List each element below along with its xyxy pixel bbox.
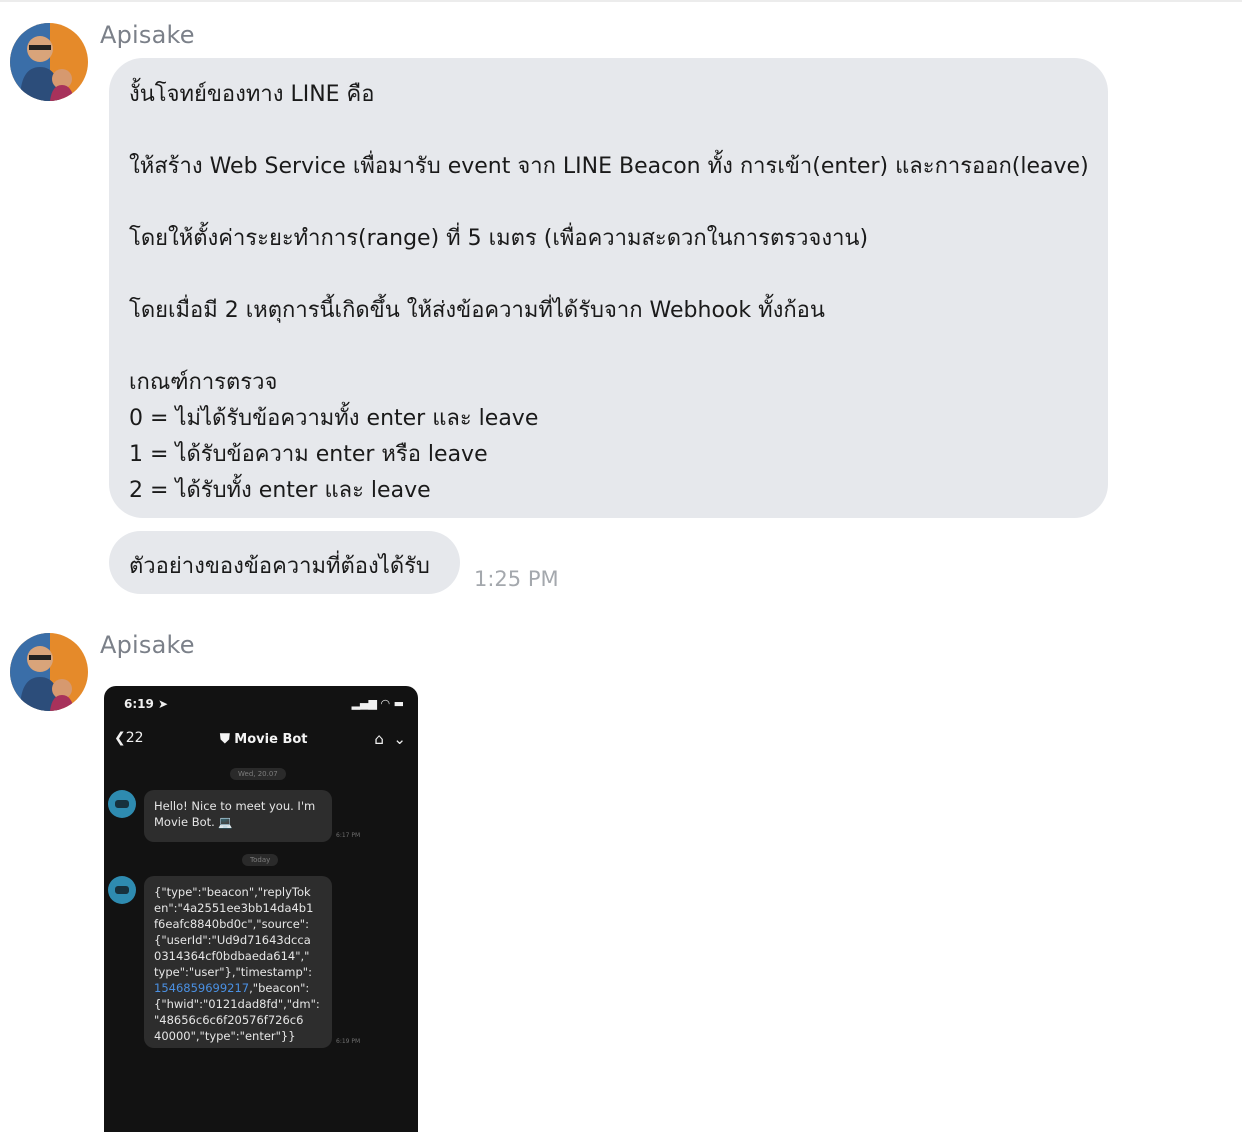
battery-icon: ▬ — [393, 697, 404, 710]
message-line: โดยให้ตั้งค่าระยะทำการ(range) ที่ 5 เมตร… — [129, 226, 869, 251]
message-line: งั้นโจทย์ของทาง LINE คือ — [129, 82, 375, 107]
avatar[interactable] — [10, 23, 88, 101]
shield-icon: ⛊ — [220, 732, 230, 747]
bot-avatar — [108, 876, 136, 904]
message-line: โดยเมื่อมี 2 เหตุการนี้เกิดขึ้น ให้ส่งข้… — [129, 298, 825, 323]
chat-bubble: Hello! Nice to meet you. I'm Movie Bot. … — [144, 790, 332, 842]
back-button: ❮22 — [114, 730, 144, 746]
message-line: เกณฑ์การตรวจ — [129, 370, 278, 395]
sender-name[interactable]: Apisake — [100, 21, 195, 49]
bot-avatar — [108, 790, 136, 818]
chevron-down-icon: ⌄ — [393, 730, 406, 748]
avatar-photo — [10, 633, 88, 711]
signal-icon: ▂▄▆ — [351, 697, 377, 710]
message-line: 1 = ได้รับข้อความ enter หรือ leave — [129, 442, 488, 467]
chat-bubble-time: 6:19 PM — [336, 1038, 361, 1045]
message-line: ตัวอย่างของข้อความที่ต้องได้รับ — [129, 554, 430, 579]
image-attachment[interactable]: 6:19 ➤ ▂▄▆ ◠ ▬ ❮22 ⛊ Movie Bot ⌂ ⌄ Wed, … — [104, 686, 418, 1132]
timestamp-link: 1546859699217 — [154, 981, 250, 995]
message-timestamp: 1:25 PM — [474, 567, 559, 591]
message-line: ให้สร้าง Web Service เพื่อมารับ event จา… — [129, 154, 1089, 179]
top-divider — [0, 0, 1242, 2]
chat-bubble: {"type":"beacon","replyTok en":"4a2551ee… — [144, 876, 332, 1048]
message-line: 0 = ไม่ได้รับข้อความทั้ง enter และ leave — [129, 406, 539, 431]
home-icon: ⌂ — [374, 730, 384, 748]
avatar[interactable] — [10, 633, 88, 711]
chat-bubble-time: 6:17 PM — [336, 832, 361, 839]
header-actions: ⌂ ⌄ — [374, 730, 406, 748]
message-bubble[interactable]: ตัวอย่างของข้อความที่ต้องได้รับ — [109, 531, 460, 594]
date-chip: Today — [242, 854, 279, 866]
sender-name[interactable]: Apisake — [100, 631, 195, 659]
wifi-icon: ◠ — [380, 697, 391, 710]
message-bubble[interactable]: งั้นโจทย์ของทาง LINE คือ ให้สร้าง Web Se… — [109, 58, 1108, 518]
chat-title: ⛊ Movie Bot — [220, 732, 308, 747]
avatar-photo — [10, 23, 88, 101]
date-chip: Wed, 20.07 — [230, 768, 286, 780]
status-bar-icons: ▂▄▆ ◠ ▬ — [352, 697, 404, 710]
message-line: 2 = ได้รับทั้ง enter และ leave — [129, 478, 431, 503]
status-bar-time: 6:19 ➤ — [124, 697, 169, 711]
chevron-left-icon: ❮ — [114, 730, 126, 746]
